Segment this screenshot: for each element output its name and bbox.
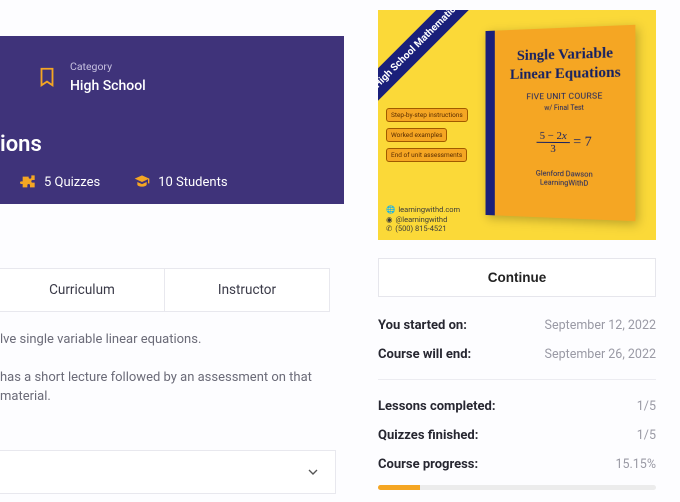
book-subtitle: FIVE UNIT COURSE [506, 91, 625, 102]
course-sidebar: High School Mathematics Step-by-step ins… [378, 10, 656, 490]
quizzes-value: 1/5 [637, 428, 656, 443]
bookmark-icon [36, 64, 58, 90]
section-expander[interactable] [0, 450, 336, 494]
cover-socials: 🌐learningwithd.com ◉@learningwithd ✆(500… [386, 205, 460, 234]
category-label: Category [70, 60, 146, 73]
desc-line-2: has a short lecture followed by an asses… [0, 368, 340, 407]
end-row: Course will end: September 26, 2022 [378, 340, 656, 369]
students-meta: 10 Students [134, 174, 227, 190]
progress-row: Course progress: 15.15% [378, 450, 656, 479]
book-subtitle2: w/ Final Test [506, 103, 625, 112]
students-count: 10 Students [158, 175, 227, 190]
cover-badge-2: Worked examples [386, 128, 447, 142]
graduation-icon [134, 174, 150, 190]
lessons-value: 1/5 [637, 399, 656, 414]
book-title: Single Variable Linear Equations [506, 44, 625, 85]
lessons-label: Lessons completed: [378, 399, 496, 414]
course-hero: Category High School ions 5 Quizzes 10 S… [0, 36, 344, 204]
chevron-down-icon [305, 464, 321, 480]
started-value: September 12, 2022 [545, 318, 656, 333]
cover-badge-3: End of unit assessments [386, 148, 467, 162]
phone-icon: ✆ [386, 224, 392, 234]
social-icon: ◉ [386, 215, 393, 225]
book-equation: 5 − 2x3 = 7 [506, 129, 625, 155]
progress-bar [378, 485, 656, 490]
quizzes-row: Quizzes finished: 1/5 [378, 421, 656, 450]
divider [378, 379, 656, 380]
tab-instructor[interactable]: Instructor [165, 269, 329, 311]
globe-icon: 🌐 [386, 205, 395, 215]
quizzes-meta: 5 Quizzes [20, 174, 100, 190]
course-description: lve single variable linear equations. ha… [0, 330, 340, 425]
progress-value: 15.15% [615, 457, 656, 472]
progress-label: Course progress: [378, 457, 478, 472]
course-title-fragment: ions [0, 132, 50, 157]
cover-ribbon: High School Mathematics [378, 10, 478, 107]
lessons-row: Lessons completed: 1/5 [378, 392, 656, 421]
quizzes-count: 5 Quizzes [44, 175, 100, 190]
end-value: September 26, 2022 [545, 347, 656, 362]
started-label: You started on: [378, 318, 467, 333]
course-meta: 5 Quizzes 10 Students [20, 174, 228, 190]
continue-button[interactable]: Continue [378, 258, 656, 297]
book-author: Glenford Dawson LearningWithD [506, 167, 625, 188]
book-mock: Single Variable Linear Equations FIVE UN… [486, 25, 636, 221]
puzzle-icon [20, 174, 36, 190]
quizzes-label: Quizzes finished: [378, 428, 478, 443]
desc-line-1: lve single variable linear equations. [0, 330, 340, 350]
course-cover: High School Mathematics Step-by-step ins… [378, 10, 656, 240]
cover-badge-1: Step-by-step instructions [386, 108, 468, 122]
category-value[interactable]: High School [70, 78, 146, 94]
started-row: You started on: September 12, 2022 [378, 311, 656, 340]
tab-curriculum[interactable]: Curriculum [0, 269, 165, 311]
end-label: Course will end: [378, 347, 471, 362]
category-row: Category High School [36, 60, 146, 94]
course-tabs: Curriculum Instructor [0, 268, 330, 312]
